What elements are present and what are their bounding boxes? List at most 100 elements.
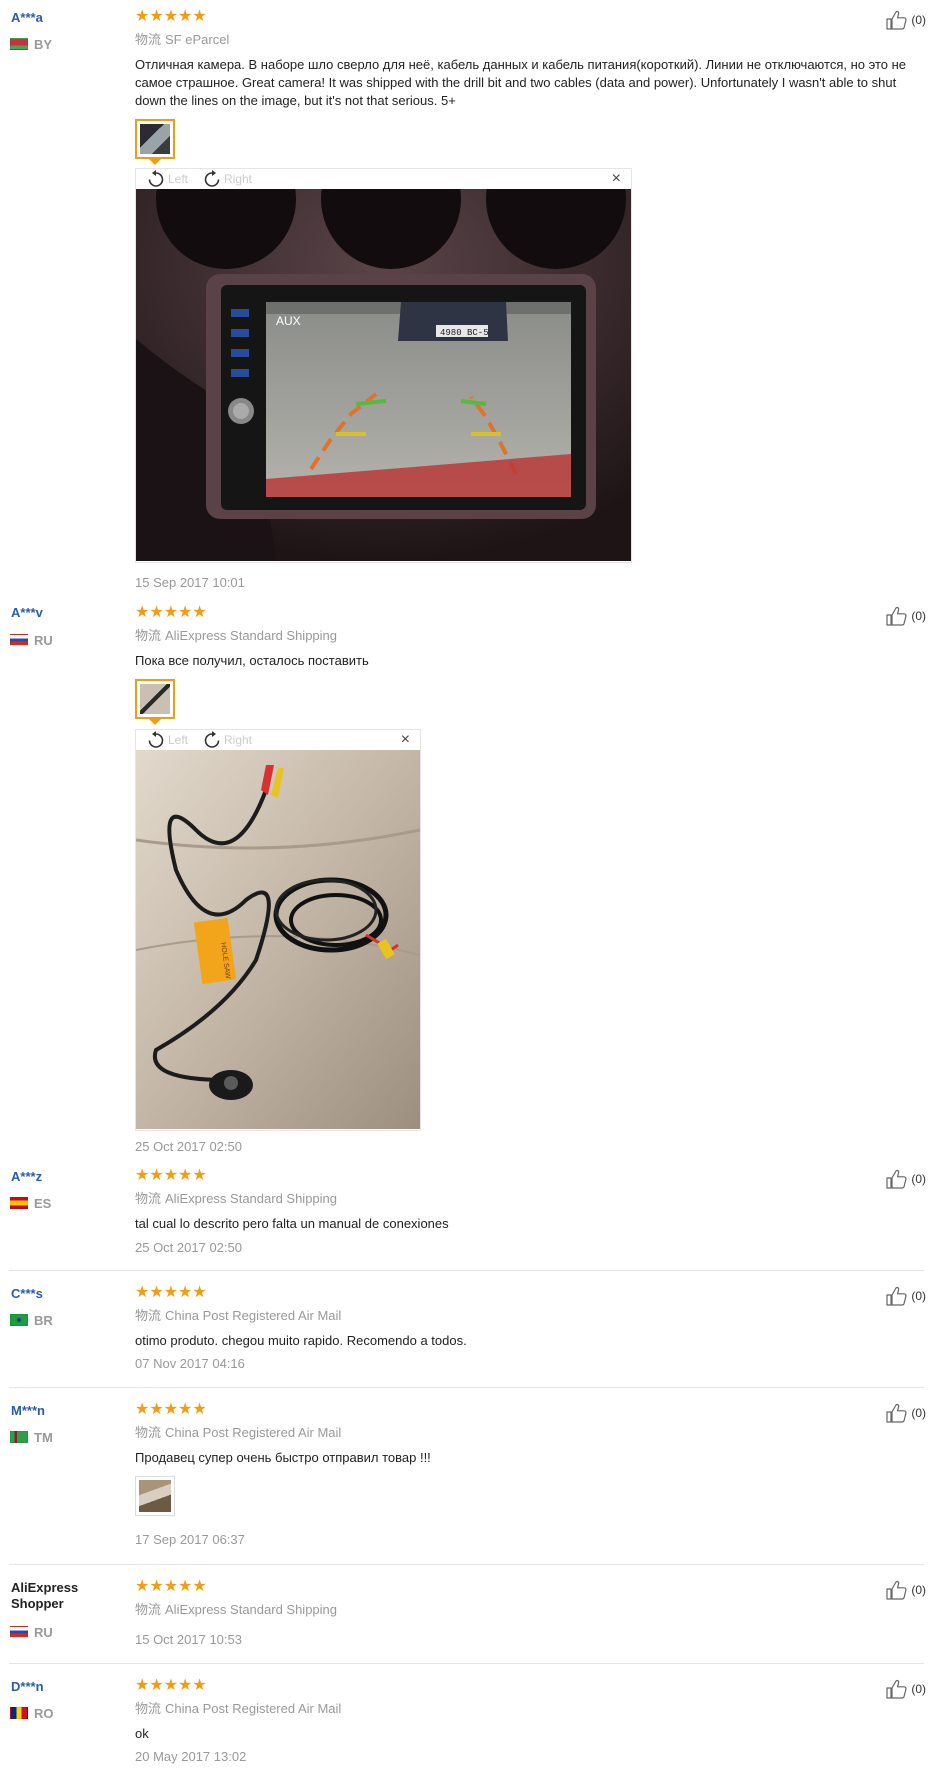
review-text: Пока все получил, осталось поставить bbox=[135, 653, 369, 668]
review-date: 25 Oct 2017 02:50 bbox=[135, 1139, 242, 1154]
thumbs-up-icon bbox=[886, 1286, 908, 1306]
reviewer-country: RO bbox=[10, 1705, 54, 1721]
star-rating: ★★★★★ bbox=[135, 1167, 207, 1184]
svg-text:AUX: AUX bbox=[276, 314, 301, 328]
helpful-count: (0) bbox=[911, 13, 926, 27]
rotate-right-button[interactable]: Right bbox=[202, 170, 252, 188]
thumbs-up-icon bbox=[886, 1679, 908, 1699]
country-code: RO bbox=[34, 1705, 54, 1721]
review-text: ok bbox=[135, 1726, 149, 1741]
review-divider bbox=[9, 1564, 924, 1565]
country-code: ES bbox=[34, 1195, 52, 1211]
review-date: 15 Sep 2017 10:01 bbox=[135, 575, 245, 590]
flag-ru-icon bbox=[10, 634, 28, 646]
review-date: 15 Oct 2017 10:53 bbox=[135, 1632, 242, 1647]
flag-br-icon bbox=[10, 1314, 28, 1326]
thumbs-up-icon bbox=[886, 1580, 908, 1600]
camera-kit-photo: HOLE SAW bbox=[136, 750, 420, 1129]
helpful-count: (0) bbox=[911, 1406, 926, 1420]
rotate-left-icon bbox=[146, 170, 166, 188]
helpful-count: (0) bbox=[911, 1682, 926, 1696]
reviewer-name[interactable]: M***n bbox=[11, 1403, 111, 1419]
shipping-method: 物流 AliExpress Standard Shipping bbox=[135, 1602, 338, 1617]
svg-text:4980 BC-5: 4980 BC-5 bbox=[440, 328, 489, 338]
reviewer-country: TM bbox=[10, 1429, 53, 1445]
reviewer-country: BR bbox=[10, 1312, 53, 1328]
review-divider bbox=[9, 1387, 924, 1388]
reviewer-name[interactable]: D***n bbox=[11, 1679, 111, 1695]
shipping-method: 物流 SF eParcel bbox=[135, 32, 230, 47]
star-rating: ★★★★★ bbox=[135, 604, 207, 621]
reviewer-name[interactable]: A***v bbox=[11, 605, 111, 621]
reviewer-country: ES bbox=[10, 1195, 52, 1211]
flag-tm-icon bbox=[10, 1431, 28, 1443]
review-photo-large: 4980 BC-5 AUX bbox=[136, 189, 631, 561]
helpful-count: (0) bbox=[911, 609, 926, 623]
flag-ro-icon bbox=[10, 1707, 28, 1719]
review-text: tal cual lo descrito pero falta un manua… bbox=[135, 1216, 449, 1231]
star-rating: ★★★★★ bbox=[135, 8, 207, 25]
helpful-button[interactable]: (0) bbox=[886, 10, 926, 30]
review-date: 07 Nov 2017 04:16 bbox=[135, 1356, 245, 1371]
flag-by-icon bbox=[10, 38, 28, 50]
flag-ru-icon bbox=[10, 1626, 28, 1638]
rotate-left-button[interactable]: Left bbox=[146, 170, 188, 188]
rotate-right-icon bbox=[202, 170, 222, 188]
country-code: BR bbox=[34, 1312, 53, 1328]
review-date: 17 Sep 2017 06:37 bbox=[135, 1532, 245, 1547]
rotate-right-icon bbox=[202, 731, 222, 749]
car-screen-photo: 4980 BC-5 AUX bbox=[136, 189, 631, 561]
thumbs-up-icon bbox=[886, 1403, 908, 1423]
shipping-method: 物流 China Post Registered Air Mail bbox=[135, 1308, 342, 1323]
reviewer-name[interactable]: A***a bbox=[11, 10, 111, 26]
helpful-count: (0) bbox=[911, 1172, 926, 1186]
review-photo-large: HOLE SAW bbox=[136, 750, 420, 1129]
thumbs-up-icon bbox=[886, 10, 908, 30]
helpful-button[interactable]: (0) bbox=[886, 1169, 926, 1189]
star-rating: ★★★★★ bbox=[135, 1578, 207, 1595]
thumbnail-pointer bbox=[149, 159, 161, 165]
country-code: TM bbox=[34, 1429, 53, 1445]
review-photo-thumbnail[interactable] bbox=[135, 119, 175, 159]
review-divider bbox=[9, 1270, 924, 1271]
helpful-button[interactable]: (0) bbox=[886, 1580, 926, 1600]
close-icon[interactable]: × bbox=[401, 732, 410, 748]
reviewer-name: AliExpress Shopper bbox=[11, 1580, 79, 1611]
helpful-button[interactable]: (0) bbox=[886, 1286, 926, 1306]
review-text: Продавец супер очень быстро отправил тов… bbox=[135, 1450, 431, 1465]
helpful-button[interactable]: (0) bbox=[886, 1679, 926, 1699]
shipping-method: 物流 AliExpress Standard Shipping bbox=[135, 628, 338, 643]
reviewer-country: BY bbox=[10, 36, 53, 52]
star-rating: ★★★★★ bbox=[135, 1284, 207, 1301]
helpful-count: (0) bbox=[911, 1583, 926, 1597]
reviewer-name[interactable]: C***s bbox=[11, 1286, 111, 1302]
shipping-method: 物流 China Post Registered Air Mail bbox=[135, 1425, 342, 1440]
flag-es-icon bbox=[10, 1197, 28, 1209]
reviewer-country: RU bbox=[10, 632, 53, 648]
helpful-button[interactable]: (0) bbox=[886, 606, 926, 626]
review-date: 20 May 2017 13:02 bbox=[135, 1749, 247, 1764]
review-divider bbox=[9, 1663, 924, 1664]
photo-viewer: Left Right × bbox=[135, 729, 421, 1131]
review-text: Отличная камера. В наборе шло сверло для… bbox=[135, 57, 907, 108]
shipping-method: 物流 AliExpress Standard Shipping bbox=[135, 1191, 338, 1206]
helpful-button[interactable]: (0) bbox=[886, 1403, 926, 1423]
review-date: 25 Oct 2017 02:50 bbox=[135, 1240, 242, 1255]
country-code: BY bbox=[34, 36, 53, 52]
rotate-left-icon bbox=[146, 731, 166, 749]
close-icon[interactable]: × bbox=[612, 171, 621, 187]
rotate-right-button[interactable]: Right bbox=[202, 731, 252, 749]
country-code: RU bbox=[34, 632, 53, 648]
star-rating: ★★★★★ bbox=[135, 1677, 207, 1694]
photo-viewer: Left Right × bbox=[135, 168, 632, 563]
rotate-left-button[interactable]: Left bbox=[146, 731, 188, 749]
thumbs-up-icon bbox=[886, 1169, 908, 1189]
viewer-toolbar: Left Right × bbox=[136, 730, 420, 750]
reviewer-name[interactable]: A***z bbox=[11, 1169, 111, 1185]
thumbs-up-icon bbox=[886, 606, 908, 626]
review-text: otimo produto. chegou muito rapido. Reco… bbox=[135, 1333, 467, 1348]
review-photo-thumbnail[interactable] bbox=[135, 1476, 175, 1516]
star-rating: ★★★★★ bbox=[135, 1401, 207, 1418]
country-code: RU bbox=[34, 1624, 53, 1640]
review-photo-thumbnail[interactable] bbox=[135, 679, 175, 719]
